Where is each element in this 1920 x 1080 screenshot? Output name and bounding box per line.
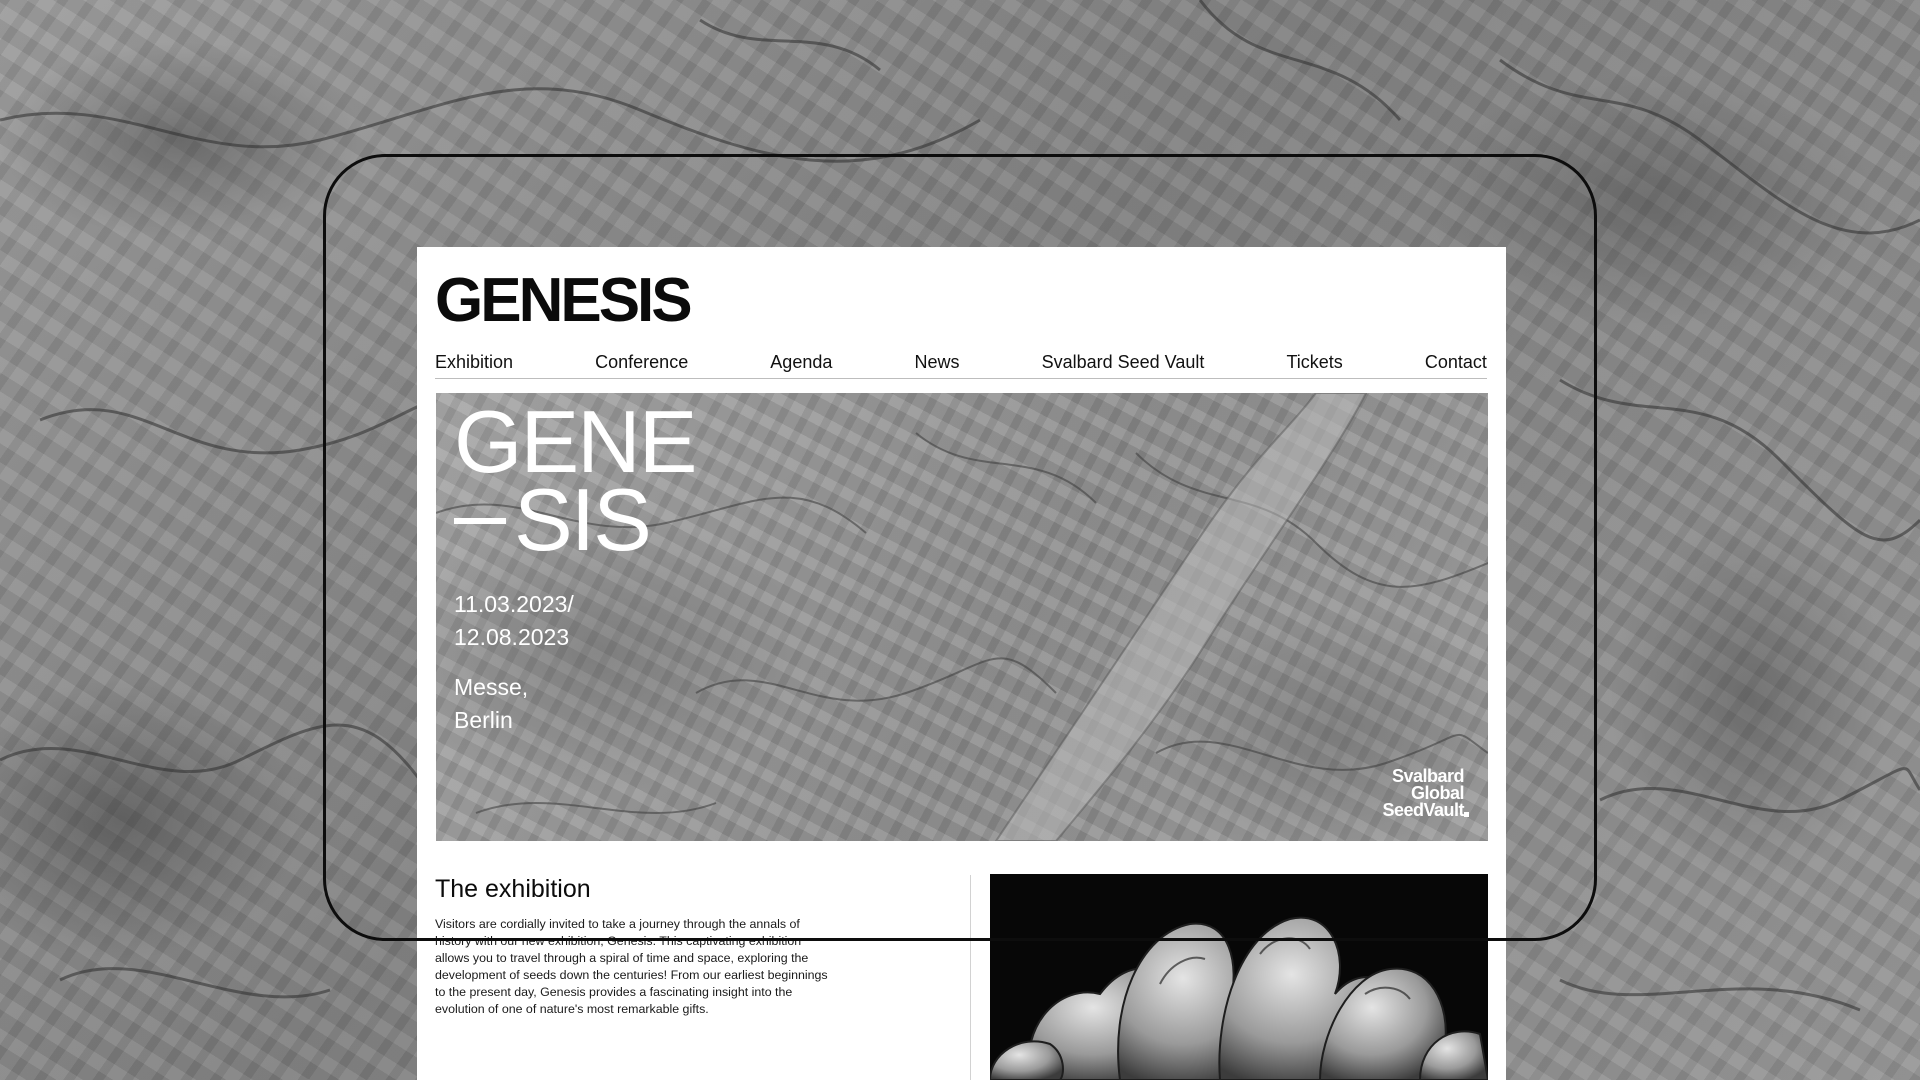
nav-item-agenda[interactable]: Agenda <box>770 352 832 373</box>
dash-mark <box>454 517 506 524</box>
hero-banner: GENE SIS 11.03.2023/ 12.08.2023 Messe, B… <box>436 393 1488 841</box>
event-location: Messe, Berlin <box>454 671 528 737</box>
partner-logo: Svalbard Global SeedVault <box>1382 767 1469 820</box>
website-page: GENESIS Exhibition Conference Agenda New… <box>417 247 1506 1080</box>
date-end: 12.08.2023 <box>454 624 570 650</box>
hero-title: GENE SIS <box>454 398 697 564</box>
hero-title-line-2-wrap: SIS <box>454 476 695 564</box>
section-heading: The exhibition <box>435 875 591 903</box>
partner-logo-dot <box>1464 812 1469 817</box>
event-dates: 11.03.2023/ 12.08.2023 <box>454 588 574 654</box>
nav-item-svalbard-seed-vault[interactable]: Svalbard Seed Vault <box>1042 352 1205 373</box>
seed-photo <box>990 874 1488 1080</box>
seed-illustration <box>990 916 1488 1080</box>
location-line-2: Berlin <box>454 707 513 733</box>
nav-item-news[interactable]: News <box>914 352 959 373</box>
column-divider <box>970 875 971 1080</box>
hero-title-line-2: SIS <box>514 470 652 569</box>
nav-item-contact[interactable]: Contact <box>1425 352 1487 373</box>
location-line-1: Messe, <box>454 674 529 700</box>
partner-logo-line-3: SeedVault <box>1382 800 1464 820</box>
site-logo[interactable]: GENESIS <box>435 270 693 332</box>
main-nav: Exhibition Conference Agenda News Svalba… <box>435 345 1487 379</box>
nav-item-tickets[interactable]: Tickets <box>1286 352 1342 373</box>
date-start: 11.03.2023/ <box>454 591 574 617</box>
nav-item-exhibition[interactable]: Exhibition <box>435 352 513 373</box>
nav-item-conference[interactable]: Conference <box>595 352 688 373</box>
section-body: Visitors are cordially invited to take a… <box>435 917 828 1016</box>
